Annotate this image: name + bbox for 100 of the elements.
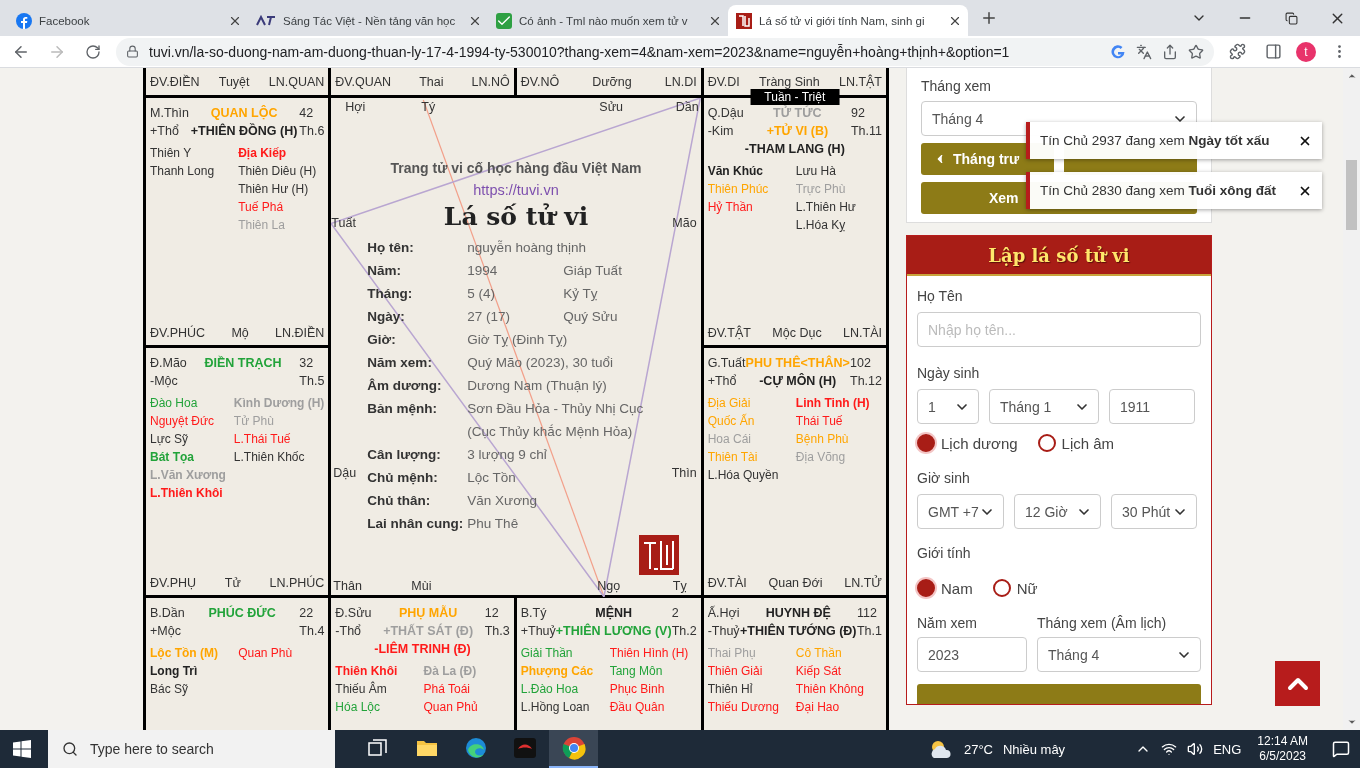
site-link[interactable]: https://tuvi.vn	[473, 182, 559, 198]
palace-month: Th.6	[299, 123, 325, 140]
star-name: Lưu Hà	[795, 163, 837, 180]
side-panel-icon[interactable]	[1264, 43, 1282, 60]
footer-label: LN.TÀI	[843, 325, 882, 341]
star-name: Hóa Lộc	[335, 699, 382, 716]
search-field[interactable]: Type here to search	[48, 730, 335, 768]
speaker-icon[interactable]	[1187, 741, 1204, 757]
browser-tab[interactable]: Có ảnh - Tml nào muốn xem tử v	[488, 5, 728, 36]
extensions-icon[interactable]	[1228, 43, 1246, 60]
footer-label: Dưỡng	[592, 74, 632, 89]
footer-label: LN.NÔ	[471, 74, 510, 89]
wifi-icon[interactable]	[1161, 741, 1178, 757]
bookmark-star-icon[interactable]	[1188, 43, 1204, 60]
info-label: Ngày:	[367, 308, 406, 326]
restore-icon[interactable]	[1284, 11, 1298, 25]
palace-month: Th.1	[857, 623, 882, 640]
info-label: Cân lượng:	[367, 446, 442, 464]
palace-title: HUYNH ĐỆ	[764, 604, 832, 622]
notifications-icon[interactable]	[1332, 740, 1350, 758]
clock[interactable]: 12:14 AM 6/5/2023	[1257, 734, 1308, 764]
footer-label: ĐV.TẬT	[707, 325, 751, 341]
translate-icon[interactable]	[1136, 43, 1152, 60]
footer-label: LN.DI	[664, 74, 697, 89]
profile-avatar[interactable]: t	[1296, 41, 1316, 62]
month-select[interactable]: Tháng 1	[989, 389, 1099, 424]
star-name: Văn Khúc	[707, 163, 764, 180]
star-name: Kiếp Sát	[795, 663, 843, 680]
share-icon[interactable]	[1162, 43, 1178, 60]
info-label: Lai nhân cung:	[367, 515, 465, 533]
footer-label: Quan Đới	[768, 575, 823, 591]
hour-select[interactable]: 12 Giờ	[1014, 494, 1101, 529]
star-name: L.Thiên Khốc	[233, 449, 306, 466]
palace-element: +Thuỷ	[520, 624, 556, 640]
view-year-field[interactable]: 2023	[917, 637, 1027, 672]
round-logo-icon[interactable]	[561, 736, 586, 760]
star-name: Giải Thần	[520, 645, 574, 662]
view-month-select[interactable]: Tháng 4	[1037, 637, 1201, 672]
field-label: Giờ sinh	[917, 470, 971, 486]
footer-label: ĐV.PHÚC	[150, 325, 206, 341]
palace-title: TỬ TỨC	[772, 104, 823, 122]
palace-stem: M.Thìn	[150, 105, 189, 122]
star-name: Hỷ Thần	[707, 199, 754, 216]
star-name: L.Thái Tuế	[233, 431, 292, 448]
scroll-down-icon[interactable]	[1346, 717, 1357, 727]
palace-title: PHÚC ĐỨC	[207, 604, 277, 622]
footer-label: ĐV.NÔ	[520, 74, 560, 89]
star-name: Quan Phủ	[423, 699, 479, 716]
colored-g-icon[interactable]	[1110, 43, 1126, 60]
palace-month: Th.4	[299, 623, 325, 640]
star-name: Thiên Hỉ	[707, 681, 754, 698]
footer-label: LN.PHÚC	[269, 575, 325, 591]
year-field[interactable]: 1911	[1109, 389, 1195, 424]
scrollbar-thumb[interactable]	[1346, 160, 1357, 230]
windows-logo-icon[interactable]	[13, 740, 31, 758]
palace-element: -Thuỷ	[707, 624, 740, 640]
gender-radio[interactable]: Nam	[917, 579, 973, 597]
reload-icon[interactable]	[85, 43, 101, 60]
back-to-top-button[interactable]	[1275, 661, 1320, 706]
footer-label: Tuyệt	[218, 74, 250, 89]
browser-tab[interactable]: Lá số tử vi giới tính Nam, sinh gi	[728, 5, 968, 36]
name-field[interactable]: Nhập họ tên...	[917, 312, 1201, 347]
palace-element: -Mộc	[150, 373, 179, 390]
footer-label: Tử	[224, 575, 241, 591]
calendar-radio[interactable]: Lịch âm	[1037, 434, 1115, 452]
browser-tab[interactable]: Sáng Tác Việt - Nền tảng văn học	[248, 5, 488, 36]
palace-number: 112	[857, 605, 878, 622]
game-logo-icon[interactable]	[512, 737, 537, 759]
new-tab-icon[interactable]	[980, 9, 998, 27]
star-name: Thiên Diêu (H)	[238, 163, 318, 180]
star-name: Đà La (Đ)	[423, 663, 478, 680]
browser-tab[interactable]: Facebook	[8, 5, 248, 36]
scroll-up-icon[interactable]	[1346, 71, 1357, 81]
palace-title: MỆNH	[594, 604, 634, 622]
star-name: Long Trì	[150, 663, 199, 680]
day-select[interactable]: 1	[917, 389, 979, 424]
lock-icon	[126, 45, 139, 58]
star-name: L.Đào Hoa	[520, 681, 580, 698]
calendar-radio[interactable]: Lịch dương	[917, 434, 1018, 452]
branch-label: Thìn	[671, 466, 697, 480]
info-value: Phu Thê	[467, 515, 520, 533]
main-star-name: +TỬ VI (B)	[765, 122, 830, 140]
star-name: Quan Phù	[238, 645, 294, 662]
info-value: Sơn Đầu Hỏa - Thủy Nhị Cục	[467, 400, 644, 418]
star-name: Cô Thần	[795, 645, 843, 662]
seal-icon	[736, 12, 752, 29]
minute-select[interactable]: 30 Phút	[1111, 494, 1197, 529]
palace-element: +Thổ	[707, 373, 738, 390]
info-label: Giờ:	[367, 331, 397, 349]
star-name: Thiên La	[238, 217, 286, 234]
gender-radio[interactable]: Nữ	[992, 579, 1038, 597]
branch-label: Hợi	[345, 100, 366, 114]
language-indicator[interactable]: ENG	[1213, 741, 1242, 757]
info-value: 3 lượng 9 chỉ	[467, 446, 548, 464]
address-bar[interactable]: tuvi.vn/la-so-duong-nam-am-duong-thuan-ly-17-4-1994-ty-530010?thang-xem=4&nam-xem=2023&name=nguyễn+hoàng+thịnh+&option=1	[116, 37, 1214, 66]
swirl-logo-icon[interactable]	[464, 737, 487, 759]
main-star-name: -CỰ MÔN (H)	[758, 372, 838, 390]
folder-icon[interactable]	[415, 739, 438, 757]
timezone-select[interactable]: GMT +7	[917, 494, 1004, 529]
task-view-icon[interactable]	[367, 739, 388, 757]
